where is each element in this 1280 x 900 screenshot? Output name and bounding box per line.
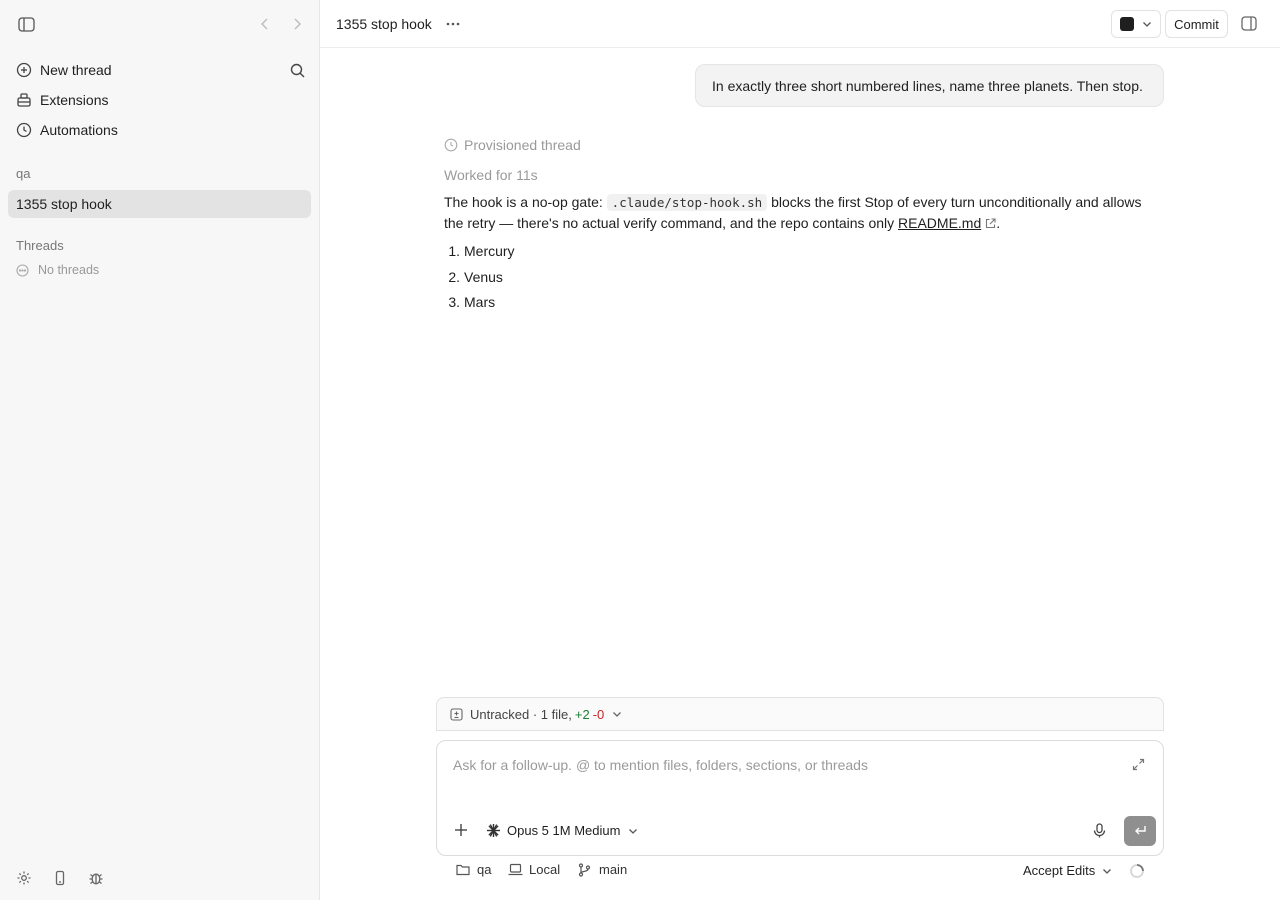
provisioned-label: Provisioned thread xyxy=(464,137,581,153)
environment-name: Local xyxy=(529,862,561,877)
back-arrow-icon[interactable] xyxy=(258,16,272,32)
inline-code-path: .claude/stop-hook.sh xyxy=(606,194,768,211)
forward-arrow-icon[interactable] xyxy=(290,16,304,32)
top-bar: 1355 stop hook Commit xyxy=(320,0,1280,48)
assistant-answer: The hook is a no-op gate: .claude/stop-h… xyxy=(444,192,1164,234)
user-message-bubble: In exactly three short numbered lines, n… xyxy=(695,64,1164,107)
chevron-down-icon xyxy=(1102,866,1112,876)
provisioned-clock-icon xyxy=(444,138,458,152)
sidebar-header xyxy=(0,0,320,48)
accept-edits-selector[interactable]: Accept Edits xyxy=(1023,863,1112,878)
bug-icon[interactable] xyxy=(88,870,104,886)
commit-button[interactable]: Commit xyxy=(1165,10,1228,38)
chevron-down-icon xyxy=(612,709,622,719)
chat-bubble-icon xyxy=(16,263,29,277)
send-button[interactable] xyxy=(1124,816,1156,846)
project-selector[interactable]: qa xyxy=(456,862,491,877)
automations-button[interactable]: Automations xyxy=(8,116,311,144)
clock-icon xyxy=(16,122,32,138)
project-label: qa xyxy=(16,166,31,181)
list-number: 1. xyxy=(448,243,460,259)
list-text: Mercury xyxy=(464,243,515,259)
search-icon[interactable] xyxy=(289,62,305,78)
list-text: Venus xyxy=(464,268,503,285)
loading-spinner-icon xyxy=(1129,863,1145,879)
list-number: 3. xyxy=(448,294,460,310)
plus-circle-icon xyxy=(16,62,32,78)
git-branch-icon xyxy=(578,862,592,877)
chevron-down-icon xyxy=(1142,19,1152,29)
thread-item-label: 1355 stop hook xyxy=(16,196,112,212)
thread-title: 1355 stop hook xyxy=(336,16,432,32)
more-options-icon[interactable] xyxy=(444,16,462,32)
list-item: 3. Mars xyxy=(444,294,515,320)
user-message-text: In exactly three short numbered lines, n… xyxy=(712,77,1143,94)
new-thread-button[interactable]: New thread xyxy=(8,56,311,84)
lines-removed: -0 xyxy=(592,706,605,722)
laptop-icon xyxy=(508,863,523,877)
extensions-icon xyxy=(16,92,32,108)
composer-footer: qa Local main Accept Edits xyxy=(436,862,1164,882)
list-item: 2. Venus xyxy=(444,269,515,295)
no-threads-label: No threads xyxy=(38,263,100,277)
branch-selector[interactable]: main xyxy=(578,862,627,877)
accept-edits-label: Accept Edits xyxy=(1023,863,1096,878)
add-attachment-icon[interactable] xyxy=(454,823,468,837)
untracked-changes-bar[interactable]: Untracked · 1 file, +2 -0 xyxy=(436,697,1164,731)
provisioned-status: Provisioned thread xyxy=(444,137,581,153)
composer[interactable]: Ask for a follow-up. @ to mention files,… xyxy=(436,740,1164,856)
lines-added: +2 xyxy=(574,706,590,722)
app-logo-icon xyxy=(1120,17,1134,31)
send-arrow-icon xyxy=(1133,825,1147,837)
threads-section-label: Threads xyxy=(16,238,64,253)
readme-link[interactable]: README.md xyxy=(898,215,981,231)
file-diff-icon xyxy=(450,707,463,721)
microphone-icon[interactable] xyxy=(1092,823,1107,838)
model-selector[interactable]: Opus 5 1M Medium xyxy=(486,823,638,838)
right-panel-toggle-icon[interactable] xyxy=(1241,16,1257,32)
list-number: 2. xyxy=(448,268,460,285)
worked-duration: Worked for 11s xyxy=(444,167,538,183)
sidebar-footer xyxy=(16,870,104,886)
project-name: qa xyxy=(477,862,492,877)
open-in-ide-button[interactable] xyxy=(1111,10,1161,38)
mobile-device-icon[interactable] xyxy=(52,870,68,886)
new-thread-label: New thread xyxy=(40,62,112,78)
answer-text-3: . xyxy=(996,215,1001,231)
planet-list: 1. Mercury 2. Venus 3. Mars xyxy=(444,243,515,320)
sidebar-toggle-icon[interactable] xyxy=(17,16,35,32)
settings-gear-icon[interactable] xyxy=(16,870,32,886)
main-pane: 1355 stop hook Commit In exactly three s… xyxy=(320,0,1280,900)
no-threads-placeholder: No threads xyxy=(16,263,99,277)
extensions-label: Extensions xyxy=(40,92,109,108)
automations-label: Automations xyxy=(40,122,118,138)
environment-selector[interactable]: Local xyxy=(508,862,560,877)
answer-text-1: The hook is a no-op gate: xyxy=(444,194,607,210)
chevron-down-icon xyxy=(628,826,638,836)
extensions-button[interactable]: Extensions xyxy=(8,86,311,114)
follow-up-input[interactable]: Ask for a follow-up. @ to mention files,… xyxy=(453,757,868,773)
external-link-icon xyxy=(985,218,996,229)
list-text: Mars xyxy=(464,294,496,310)
folder-icon xyxy=(456,863,470,877)
untracked-label: Untracked · 1 file, xyxy=(470,706,572,722)
model-label: Opus 5 1M Medium xyxy=(507,823,621,838)
thread-item-active[interactable]: 1355 stop hook xyxy=(8,190,311,218)
expand-icon[interactable] xyxy=(1132,758,1145,771)
list-item: 1. Mercury xyxy=(444,243,515,269)
model-starburst-icon xyxy=(486,823,501,838)
branch-name: main xyxy=(599,862,628,877)
sidebar: New thread Extensions Automations qa 135… xyxy=(0,0,320,900)
